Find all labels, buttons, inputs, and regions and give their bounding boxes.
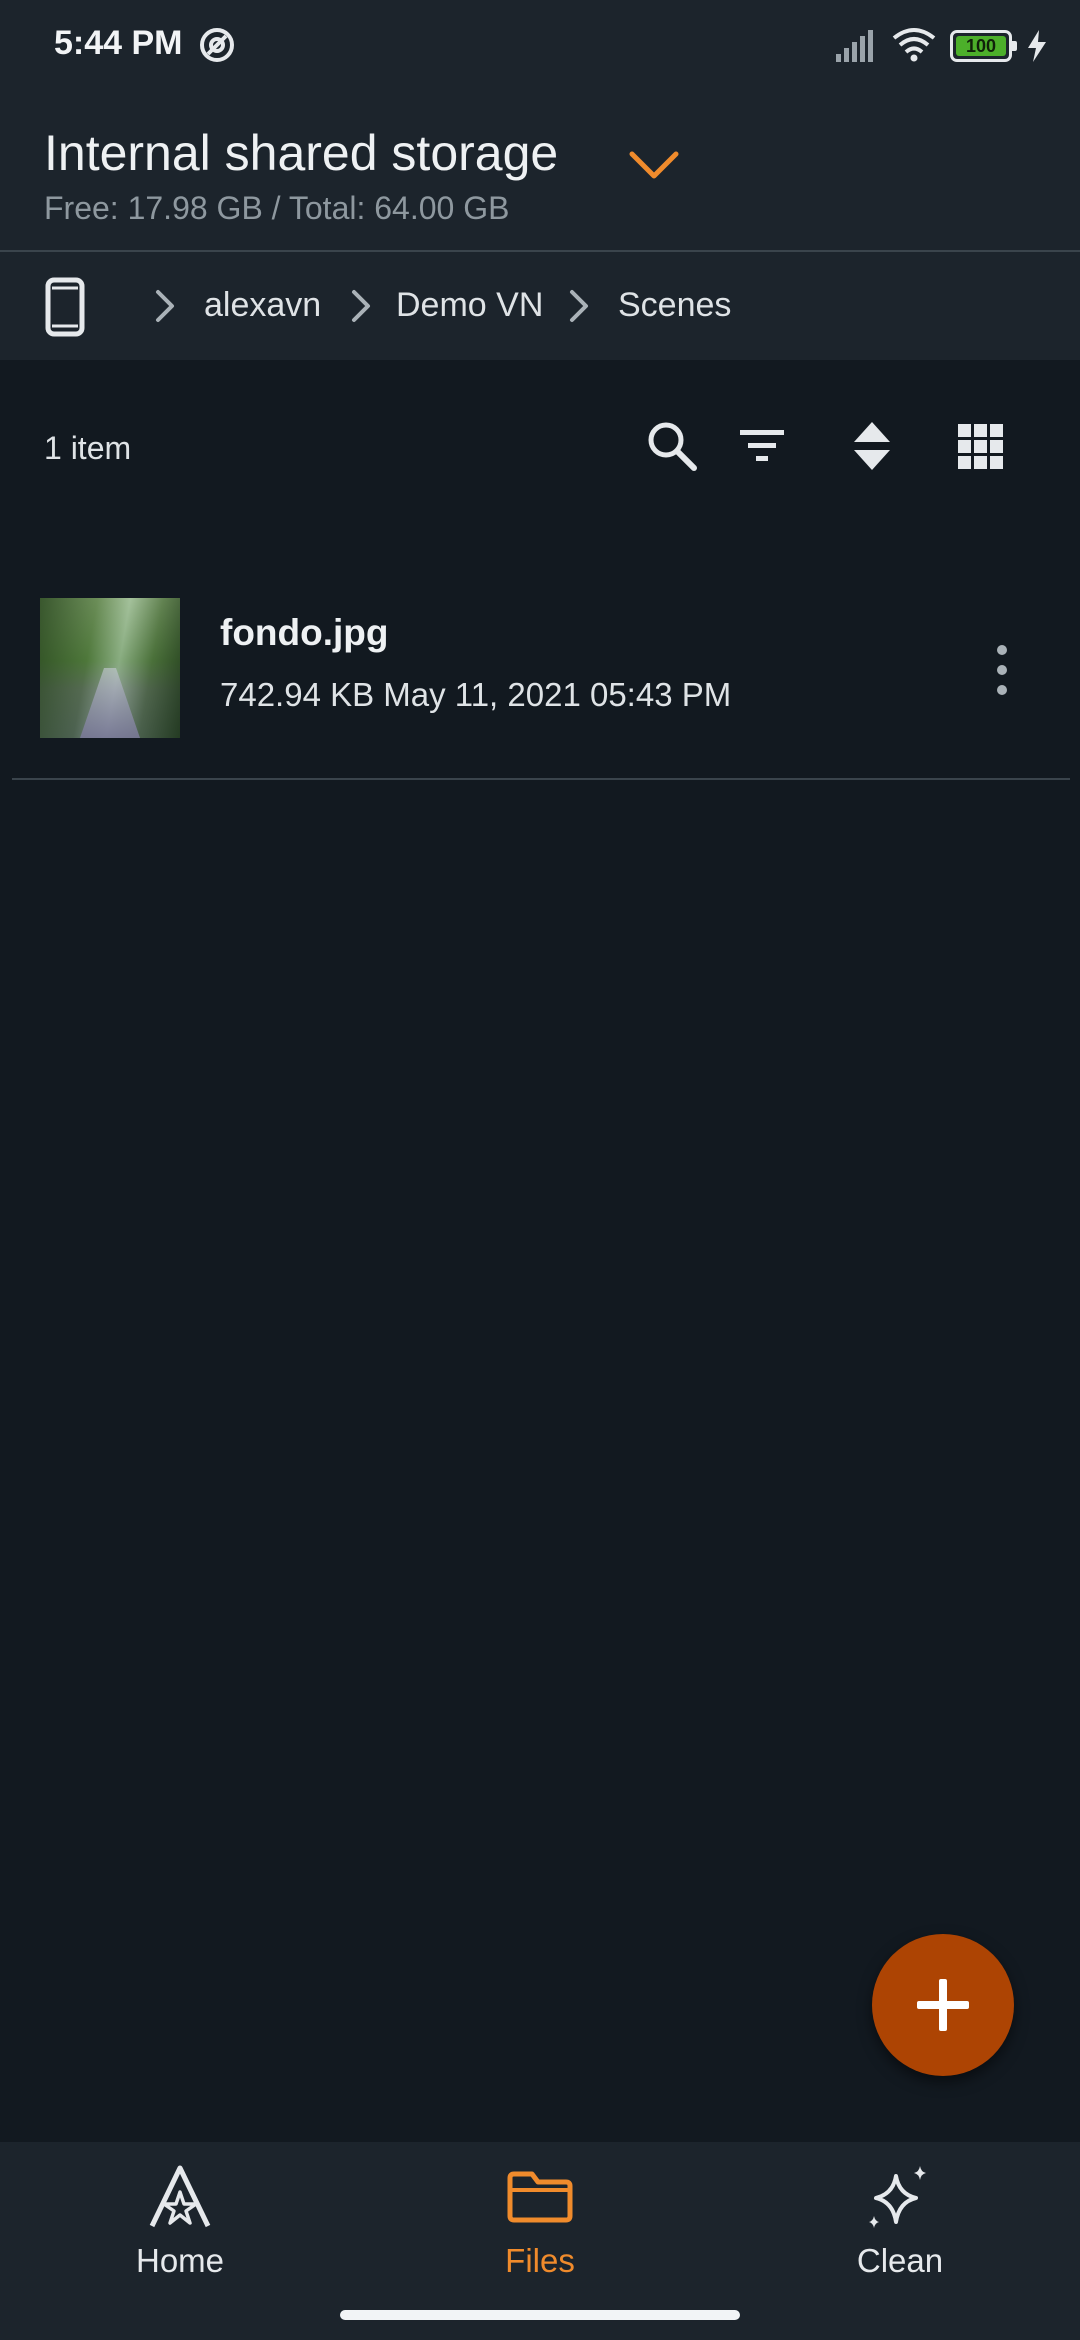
file-details: 742.94 KB May 11, 2021 05:43 PM	[220, 676, 732, 713]
plus-icon	[917, 1979, 969, 2031]
row-divider	[12, 778, 1070, 780]
sparkle-icon	[869, 2166, 926, 2228]
storage-usage: Free: 17.98 GB / Total: 64.00 GB	[44, 190, 510, 226]
charging-icon	[1028, 30, 1046, 62]
do-not-disturb-icon	[200, 28, 234, 62]
grid-view-icon[interactable]	[950, 416, 1010, 476]
sort-icon[interactable]	[842, 416, 902, 476]
status-bar: 5:44 PM 100	[0, 0, 1080, 90]
battery-level: 100	[956, 36, 1006, 56]
item-count: 1 item	[44, 430, 132, 466]
nav-files[interactable]: Files	[360, 2142, 720, 2302]
file-manager-screen: 5:44 PM 100 Internal shared storage Free…	[0, 0, 1080, 2340]
home-icon	[149, 2165, 211, 2228]
nav-home[interactable]: Home	[0, 2142, 360, 2302]
nav-clean[interactable]: Clean	[720, 2142, 1080, 2302]
home-indicator[interactable]	[340, 2310, 740, 2320]
chevron-right-icon	[570, 290, 588, 322]
breadcrumb-item-scenes[interactable]: Scenes	[618, 286, 731, 325]
nav-clean-label: Clean	[856, 2242, 944, 2279]
breadcrumb: alexavn Demo VN Scenes	[0, 252, 1080, 360]
filter-icon[interactable]	[732, 416, 792, 476]
nav-home-label: Home	[135, 2242, 225, 2279]
nav-files-label: Files	[505, 2242, 575, 2279]
storage-selector[interactable]: Internal shared storage Free: 17.98 GB /…	[0, 90, 1080, 250]
folder-icon	[507, 2171, 573, 2223]
chevron-down-icon[interactable]	[626, 144, 682, 188]
more-vert-icon[interactable]	[986, 640, 1018, 700]
storage-title: Internal shared storage	[44, 125, 559, 181]
add-button[interactable]	[872, 1934, 1014, 2076]
file-list-item[interactable]: fondo.jpg 742.94 KB May 11, 2021 05:43 P…	[0, 580, 1080, 780]
phone-icon[interactable]	[44, 276, 86, 338]
breadcrumb-item-alexavn[interactable]: alexavn	[204, 286, 321, 325]
status-time: 5:44 PM	[54, 24, 183, 62]
wifi-icon	[892, 28, 936, 62]
chevron-right-icon	[352, 290, 370, 322]
thumbnail-road	[80, 668, 140, 738]
battery-icon: 100	[950, 30, 1017, 62]
breadcrumb-item-demo-vn[interactable]: Demo VN	[396, 286, 543, 325]
chevron-right-icon	[156, 290, 174, 322]
signal-icon	[836, 30, 873, 62]
file-thumbnail	[40, 598, 180, 738]
search-icon[interactable]	[642, 416, 702, 476]
file-name: fondo.jpg	[220, 612, 389, 653]
